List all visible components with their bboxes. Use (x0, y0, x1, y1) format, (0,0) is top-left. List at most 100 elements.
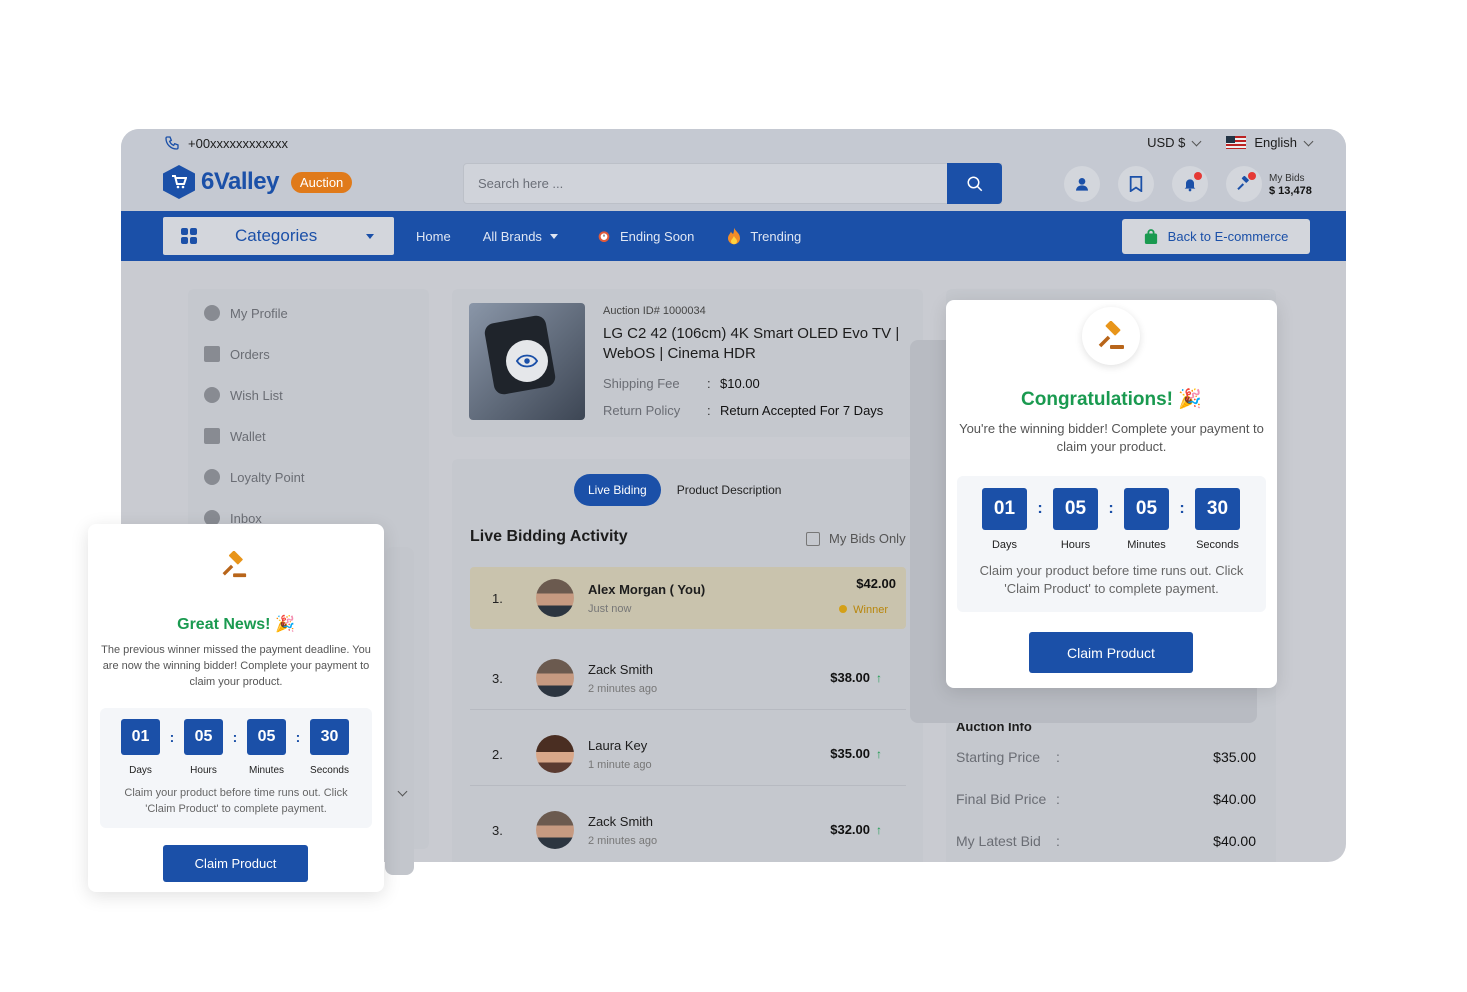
claim-product-button[interactable]: Claim Product (1029, 632, 1193, 673)
notifications-button[interactable] (1172, 166, 1208, 202)
product-image[interactable] (469, 303, 585, 420)
nav-home[interactable]: Home (416, 229, 451, 244)
latest-bid-value: $40.00 (1213, 833, 1256, 849)
brand-logo[interactable]: 6Valley Auction (163, 165, 353, 199)
separator: : (707, 403, 711, 418)
avatar (536, 735, 574, 773)
bid-rank: 3. (492, 823, 503, 838)
avatar (536, 579, 574, 617)
bid-rank: 1. (492, 591, 503, 606)
categories-dropdown[interactable]: Categories (163, 217, 394, 255)
fire-icon (728, 227, 741, 245)
gavel-badge (1082, 307, 1140, 365)
phone-icon (165, 136, 179, 150)
back-to-ecommerce-button[interactable]: Back to E-commerce (1122, 219, 1310, 254)
sidebar-item-label: My Profile (230, 305, 288, 321)
product-title: LG C2 42 (106cm) 4K Smart OLED Evo TV | … (603, 325, 900, 362)
bid-amount: $42.00 (856, 576, 896, 591)
currency-select[interactable]: USD $ (1147, 135, 1202, 150)
separator: : (1179, 500, 1185, 517)
great-news-text: The previous winner missed the payment d… (101, 644, 371, 688)
countdown-minutes-value: 05 (247, 719, 286, 755)
alarm-clock-icon (598, 231, 610, 242)
sidebar-item-wish-list[interactable]: Wish List (204, 387, 283, 403)
bid-rank: 2. (492, 747, 503, 762)
search-input[interactable]: Search here ... (463, 163, 1002, 204)
caret-down-icon (549, 233, 558, 239)
checkbox[interactable] (806, 531, 820, 546)
sidebar-item-wallet[interactable]: Wallet (204, 428, 266, 444)
my-bids-label: My Bids (1269, 173, 1305, 184)
arrow-up-icon: ↑ (876, 746, 882, 761)
nav-ending-soon-label: Ending Soon (619, 228, 695, 244)
live-bidding-title: Live Bidding Activity (470, 528, 628, 545)
bid-amount: $32.00 ↑ (830, 822, 882, 837)
great-news-title-text: Great News! (177, 616, 271, 633)
nav-all-brands[interactable]: All Brands (483, 229, 558, 244)
bid-amount-value: $38.00 (830, 670, 870, 685)
sidebar-item-orders[interactable]: Orders (204, 346, 270, 362)
sidebar-item-label: Orders (230, 346, 270, 362)
table-row: 3. Zack Smith 2 minutes ago $32.00 ↑ (470, 799, 906, 861)
notification-dot (1194, 172, 1202, 180)
countdown-seconds-label: Seconds (310, 765, 349, 776)
final-bid-value: $40.00 (1213, 791, 1256, 807)
bid-amount-value: $42.00 (856, 576, 896, 591)
currency-label: USD $ (1147, 135, 1186, 150)
countdown-panel: 01 Days : 05 Hours : 05 Minutes : 30 Seconds… (100, 708, 372, 828)
my-bids-only-filter[interactable]: My Bids Only (806, 531, 906, 546)
profile-button[interactable] (1064, 166, 1100, 202)
claim-product-button[interactable]: Claim Product (163, 845, 308, 882)
heart-icon (204, 387, 220, 403)
countdown-hours-label: Hours (190, 765, 217, 776)
shipping-fee-row: Shipping Fee: $10.00 (603, 376, 915, 391)
gavel-icon (1098, 321, 1124, 349)
nav-trending[interactable]: Trending (726, 227, 801, 245)
wishlist-button[interactable] (1118, 166, 1154, 202)
phone-number: +00xxxxxxxxxxxx (188, 135, 289, 151)
main-nav: Categories Home All Brands Ending Soon T… (121, 211, 1346, 261)
sidebar-item-my-profile[interactable]: My Profile (204, 305, 288, 321)
tab-product-description[interactable]: Product Description (677, 483, 782, 497)
award-icon (204, 469, 220, 485)
auction-badge: Auction (290, 171, 353, 193)
countdown-minutes: 05 Minutes (1124, 488, 1169, 551)
bid-time: 2 minutes ago (588, 835, 658, 847)
latest-bid-row: My Latest Bid: $40.00 (956, 833, 1256, 849)
return-policy-value: Return Accepted For 7 Days (720, 403, 884, 418)
bid-amount: $35.00 ↑ (830, 746, 882, 761)
nav-home-label: Home (416, 228, 451, 244)
gavel-badge (207, 538, 261, 592)
countdown-seconds-value: 30 (310, 719, 349, 755)
winner-badge: Winner (837, 604, 888, 616)
cart-logo-icon (163, 165, 195, 199)
search-button[interactable] (947, 163, 1002, 204)
separator: : (1037, 500, 1043, 517)
phone-contact[interactable]: +00xxxxxxxxxxxx (164, 135, 288, 151)
nav-trending-label: Trending (750, 228, 802, 244)
separator: : (295, 729, 301, 745)
wallet-icon (204, 428, 220, 444)
my-bids-button[interactable] (1226, 166, 1262, 202)
separator: : (1108, 500, 1114, 517)
search-icon (967, 176, 982, 191)
nav-ending-soon[interactable]: Ending Soon (596, 228, 694, 244)
tab-live-biding[interactable]: Live Biding (574, 474, 661, 506)
bid-rank: 3. (492, 671, 503, 686)
brand-name: 6Valley (201, 168, 279, 195)
sidebar-item-label: Wish List (230, 387, 283, 403)
us-flag-icon (1226, 136, 1247, 149)
final-bid-row: Final Bid Price: $40.00 (956, 791, 1256, 807)
language-select[interactable]: English (1226, 135, 1314, 150)
my-bids-summary[interactable]: My Bids $ 13,478 (1269, 173, 1312, 198)
countdown-days-label: Days (991, 539, 1018, 551)
return-policy-row: Return Policy: Return Accepted For 7 Days (603, 403, 915, 418)
gavel-icon (222, 551, 247, 578)
bidder-name: Zack Smith (588, 662, 654, 677)
categories-label: Categories (235, 226, 318, 245)
sidebar-item-loyalty-point[interactable]: Loyalty Point (204, 469, 304, 485)
bidder-name: Laura Key (588, 738, 648, 753)
countdown-note: Claim your product before time runs out.… (979, 563, 1244, 596)
view-product-button[interactable] (506, 340, 548, 382)
countdown-days-value: 01 (121, 719, 160, 755)
